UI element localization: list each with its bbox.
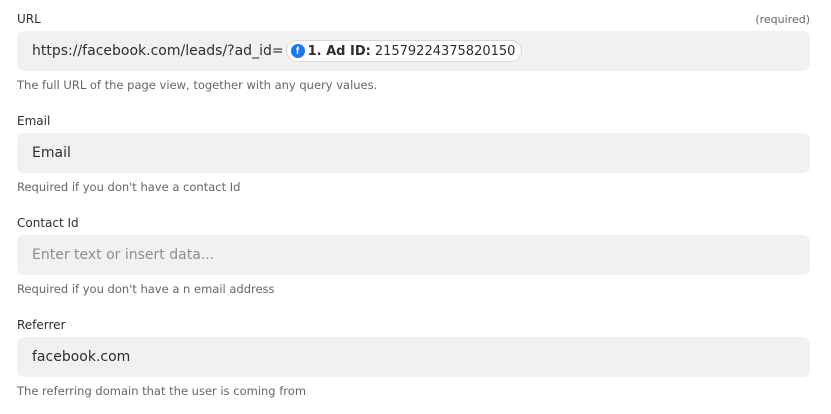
email-field[interactable]: Email [17, 133, 810, 173]
ad-id-data-pill[interactable]: f 1. Ad ID: 21579224375820150 [285, 40, 523, 62]
required-tag: (required) [755, 13, 810, 26]
url-text: https://facebook.com/leads/?ad_id= [32, 43, 284, 59]
facebook-icon: f [290, 44, 305, 58]
url-label: URL [17, 12, 41, 26]
email-label: Email [17, 114, 51, 128]
contact-id-help-text: Required if you don't have a n email add… [17, 282, 275, 296]
pill-key: 1. Ad ID: [307, 43, 371, 59]
referrer-help-text: The referring domain that the user is co… [17, 384, 307, 398]
contact-id-placeholder: Enter text or insert data... [32, 247, 215, 263]
url-input[interactable]: https://facebook.com/leads/?ad_id= f 1. … [17, 31, 810, 71]
referrer-input[interactable]: facebook.com [17, 337, 810, 377]
contact-id-input[interactable]: Enter text or insert data... [17, 235, 810, 275]
email-help-text: Required if you don't have a contact Id [17, 180, 241, 194]
email-value: Email [32, 145, 71, 161]
pill-value: 21579224375820150 [374, 43, 516, 59]
referrer-label: Referrer [17, 318, 66, 332]
referrer-value: facebook.com [32, 349, 131, 365]
url-help-text: The full URL of the page view, together … [17, 78, 378, 92]
contact-id-label: Contact Id [17, 216, 79, 230]
